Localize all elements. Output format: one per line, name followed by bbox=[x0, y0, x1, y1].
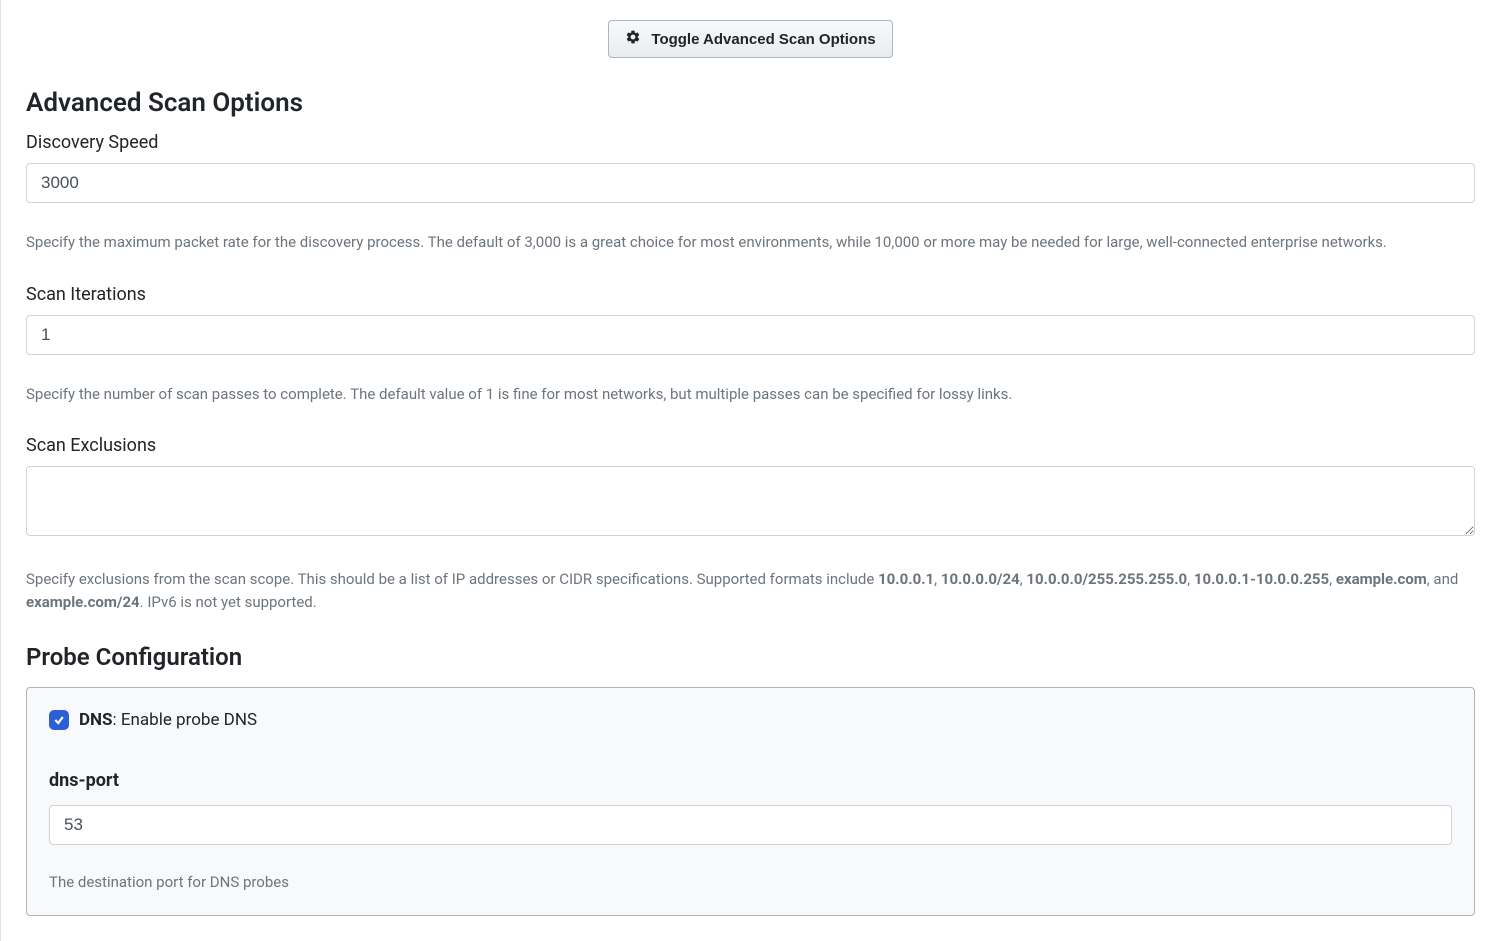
dns-probe-label: DNS: Enable probe DNS bbox=[79, 710, 257, 730]
discovery-speed-help: Specify the maximum packet rate for the … bbox=[26, 231, 1475, 254]
scan-iterations-label: Scan Iterations bbox=[26, 284, 1475, 305]
dns-port-label: dns-port bbox=[49, 770, 1452, 791]
scan-exclusions-label: Scan Exclusions bbox=[26, 435, 1475, 456]
dns-port-input[interactable] bbox=[49, 805, 1452, 845]
dns-probe-checkbox[interactable] bbox=[49, 710, 69, 730]
scan-exclusions-help: Specify exclusions from the scan scope. … bbox=[26, 568, 1475, 613]
advanced-scan-options-heading: Advanced Scan Options bbox=[26, 88, 1475, 118]
cogs-icon bbox=[625, 29, 641, 49]
toggle-button-label: Toggle Advanced Scan Options bbox=[651, 31, 875, 48]
dns-port-help: The destination port for DNS probes bbox=[49, 873, 1452, 891]
toggle-advanced-scan-options-button[interactable]: Toggle Advanced Scan Options bbox=[608, 20, 892, 58]
scan-exclusions-textarea[interactable] bbox=[26, 466, 1475, 536]
scan-iterations-help: Specify the number of scan passes to com… bbox=[26, 383, 1475, 406]
scan-iterations-input[interactable] bbox=[26, 315, 1475, 355]
check-icon bbox=[53, 714, 65, 726]
probe-configuration-box: DNS: Enable probe DNS dns-port The desti… bbox=[26, 687, 1475, 916]
probe-configuration-heading: Probe Configuration bbox=[26, 643, 1475, 671]
discovery-speed-input[interactable] bbox=[26, 163, 1475, 203]
discovery-speed-label: Discovery Speed bbox=[26, 132, 1475, 153]
